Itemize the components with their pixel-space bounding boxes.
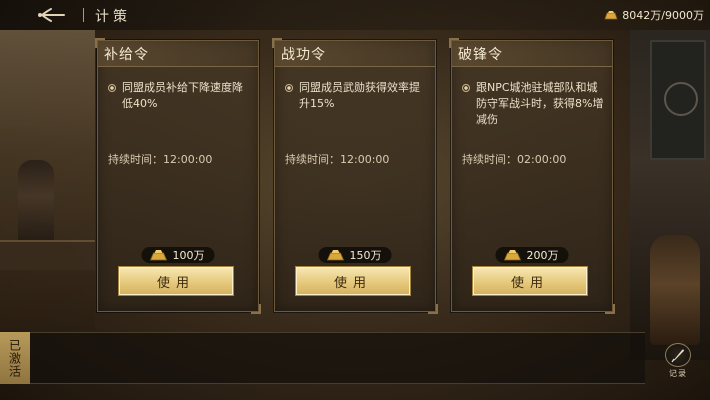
gold-ingot-icon xyxy=(326,250,345,261)
resource-value: 8042万/9000万 xyxy=(622,9,704,22)
header-divider xyxy=(83,8,84,22)
card-description-text: 跟NPC城池驻城部队和城防守军战斗时，获得8%增减伤 xyxy=(476,81,604,126)
bullet-icon xyxy=(108,84,116,92)
card-title: 战功令 xyxy=(275,41,435,67)
gold-ingot-icon xyxy=(149,250,168,261)
card-description: 同盟成员武勋获得效率提升15% xyxy=(283,80,427,112)
bullet-icon xyxy=(462,84,470,92)
card-cost: 150万 xyxy=(318,247,392,263)
back-arrow-icon xyxy=(38,8,65,22)
card-duration: 持续时间：02:00:00 xyxy=(462,153,567,166)
page-title: 计策 xyxy=(95,9,131,25)
card-title: 补给令 xyxy=(98,41,258,67)
gold-ingot-icon xyxy=(604,11,618,20)
gold-ingot-icon xyxy=(503,250,522,261)
background-scene-right xyxy=(630,30,710,360)
use-button[interactable]: 使用 xyxy=(118,266,234,296)
card-description: 同盟成员补给下降速度降低40% xyxy=(106,80,250,112)
record-label: 记录 xyxy=(669,369,687,378)
resource-counter: 8042万/9000万 xyxy=(604,7,704,23)
quill-icon xyxy=(671,349,684,363)
use-button[interactable]: 使用 xyxy=(472,266,588,296)
background-guard xyxy=(650,235,700,345)
strategy-card-merit: 战功令 同盟成员武勋获得效率提升15% 持续时间：12:00:00 150万 使… xyxy=(272,38,438,314)
record-button[interactable]: 记录 xyxy=(660,343,696,379)
card-title: 破锋令 xyxy=(452,41,612,67)
card-duration: 持续时间：12:00:00 xyxy=(285,153,390,166)
card-description-text: 同盟成员补给下降速度降低40% xyxy=(122,81,243,110)
activated-strip xyxy=(0,332,645,384)
use-button[interactable]: 使用 xyxy=(295,266,411,296)
background-soldier xyxy=(18,160,54,250)
card-duration: 持续时间：12:00:00 xyxy=(108,153,213,166)
background-table xyxy=(0,240,95,270)
card-cost-value: 200万 xyxy=(526,249,559,262)
bullet-icon xyxy=(285,84,293,92)
card-description: 跟NPC城池驻城部队和城防守军战斗时，获得8%增减伤 xyxy=(460,80,604,128)
card-cost-value: 100万 xyxy=(172,249,205,262)
background-scene-left xyxy=(0,30,95,330)
record-icon-wrap xyxy=(665,343,691,367)
back-button[interactable] xyxy=(36,7,66,23)
strategy-card-supply: 补给令 同盟成员补给下降速度降低40% 持续时间：12:00:00 100万 使… xyxy=(95,38,261,314)
card-description-text: 同盟成员武勋获得效率提升15% xyxy=(299,81,420,110)
card-cost: 200万 xyxy=(495,247,569,263)
background-banner xyxy=(650,40,706,160)
card-cost: 100万 xyxy=(141,247,215,263)
card-cost-value: 150万 xyxy=(349,249,382,262)
top-bar: 计策 8042万/9000万 xyxy=(0,0,710,30)
activated-tab[interactable]: 已激活 xyxy=(0,332,30,384)
strategy-card-vanguard: 破锋令 跟NPC城池驻城部队和城防守军战斗时，获得8%增减伤 持续时间：02:0… xyxy=(449,38,615,314)
